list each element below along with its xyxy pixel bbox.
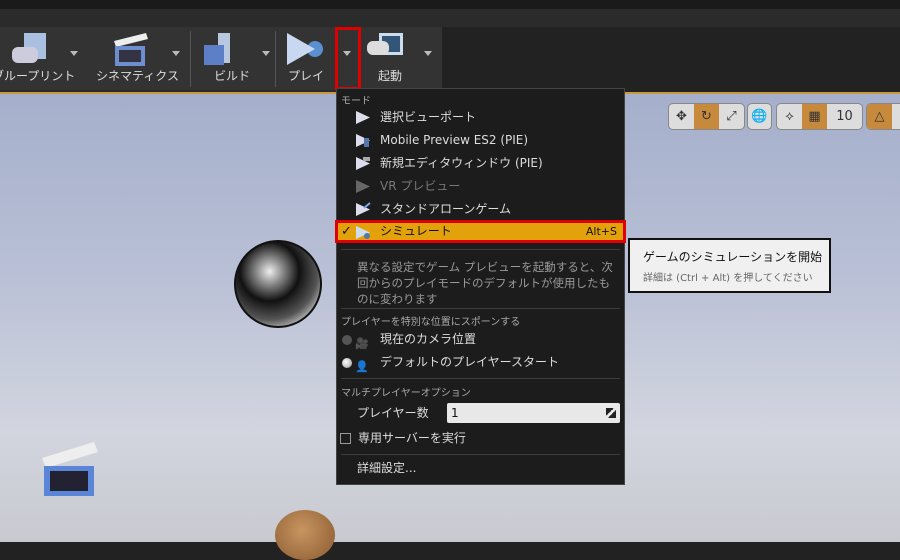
- rotation-snap-icon[interactable]: △: [867, 104, 892, 129]
- blueprint-label: ブループリント: [0, 69, 76, 83]
- mode-section-label: モード: [341, 96, 371, 107]
- launch-icon: [367, 33, 403, 55]
- cinematics-icon: [114, 33, 148, 66]
- players-count-value: 1: [451, 406, 459, 420]
- menu-item-new-editor-window[interactable]: 新規エディタウィンドウ (PIE): [337, 152, 624, 175]
- play-button[interactable]: プレイ: [277, 27, 335, 90]
- clapperboard-actor-icon[interactable]: [40, 440, 100, 498]
- standalone-play-icon: [356, 202, 371, 216]
- radio-current-camera[interactable]: 🎥 現在のカメラ位置: [337, 328, 624, 351]
- radio-default-player-start[interactable]: 👤 デフォルトのプレイヤースタート: [337, 351, 624, 374]
- chevron-down-icon[interactable]: [70, 51, 78, 56]
- simulate-icon: [356, 226, 370, 239]
- menu-item-standalone-game[interactable]: スタンドアローンゲーム: [337, 198, 624, 221]
- players-label: プレイヤー数: [357, 406, 429, 420]
- spinner-icon[interactable]: [606, 408, 616, 418]
- cinematics-label: シネマティクス: [96, 69, 179, 83]
- chevron-down-icon[interactable]: [262, 51, 270, 56]
- launch-button[interactable]: 起動: [360, 27, 440, 90]
- multiplayer-section-label: マルチプレイヤーオプション: [341, 388, 471, 399]
- menu-item-simulate[interactable]: ✓ シミュレート Alt+S: [335, 220, 626, 243]
- menu-item-vr-preview[interactable]: VR プレビュー: [337, 175, 624, 198]
- menu-divider: [341, 454, 620, 455]
- blueprint-button[interactable]: ブループリント: [0, 27, 90, 90]
- mode-description: 異なる設定でゲーム プレビューを起動すると、次回からのプレイモードのデフォルトが…: [357, 260, 613, 306]
- players-count-input[interactable]: 1: [447, 403, 620, 423]
- radio-button[interactable]: [342, 358, 352, 368]
- spawn-section-label: プレイヤーを特別な位置にスポーンする: [341, 317, 521, 328]
- character-head: [275, 510, 335, 560]
- scale-icon[interactable]: ⤢: [719, 104, 744, 129]
- play-icon: [287, 33, 323, 65]
- rotate-icon[interactable]: ↻: [694, 104, 719, 129]
- window-play-icon: [356, 157, 370, 170]
- dedicated-server-checkbox[interactable]: 専用サーバーを実行: [337, 427, 624, 450]
- sphere-reflection-capture[interactable]: [234, 240, 322, 328]
- world-icon[interactable]: 🌐: [748, 104, 771, 129]
- translate-icon[interactable]: ✥: [669, 104, 694, 129]
- chevron-down-icon[interactable]: [424, 51, 432, 56]
- grid-snap-value[interactable]: 10: [827, 104, 862, 129]
- surface-snap-icon[interactable]: ⟡: [777, 104, 802, 129]
- camera-icon: 🎥: [355, 337, 369, 350]
- player-start-icon: 👤: [355, 360, 369, 373]
- menu-divider: [341, 308, 620, 309]
- menu-item-selected-viewport[interactable]: 選択ビューポート: [337, 106, 624, 129]
- checkmark-icon: ✓: [341, 224, 352, 239]
- build-icon: [204, 33, 230, 65]
- checkbox[interactable]: [340, 433, 351, 444]
- play-options-menu: モード 選択ビューポート Mobile Preview ES2 (PIE) 新規…: [335, 88, 626, 485]
- play-icon: [356, 111, 370, 124]
- radio-button[interactable]: [342, 335, 352, 345]
- build-button[interactable]: ビルド: [192, 27, 272, 90]
- menu-item-advanced-settings[interactable]: 詳細設定...: [337, 457, 624, 480]
- simulate-tooltip: ゲームのシミュレーションを開始 詳細は (Ctrl + Alt) を押してくださ…: [628, 238, 831, 293]
- toolbar-divider: [275, 31, 276, 87]
- shortcut-label: Alt+S: [585, 225, 617, 238]
- build-label: ビルド: [213, 69, 250, 83]
- tooltip-detail: 詳細は (Ctrl + Alt) を押してください: [643, 273, 813, 284]
- toolbar-divider: [190, 31, 191, 87]
- menu-divider: [341, 249, 620, 250]
- mobile-play-icon: [356, 134, 370, 147]
- grid-icon[interactable]: ▦: [802, 104, 827, 129]
- menu-divider: [341, 378, 620, 379]
- annotation-highlight: [335, 27, 361, 90]
- chevron-down-icon[interactable]: [172, 51, 180, 56]
- blueprint-icon: [12, 33, 46, 63]
- vr-play-icon: [356, 180, 370, 193]
- title-bar: [0, 0, 900, 27]
- play-label: プレイ: [287, 69, 324, 83]
- menu-item-mobile-preview[interactable]: Mobile Preview ES2 (PIE): [337, 129, 624, 152]
- cinematics-button[interactable]: シネマティクス: [90, 27, 185, 90]
- main-toolbar: ブループリント シネマティクス ビルド プレイ 起動: [0, 27, 442, 92]
- tooltip-title: ゲームのシミュレーションを開始: [643, 250, 823, 264]
